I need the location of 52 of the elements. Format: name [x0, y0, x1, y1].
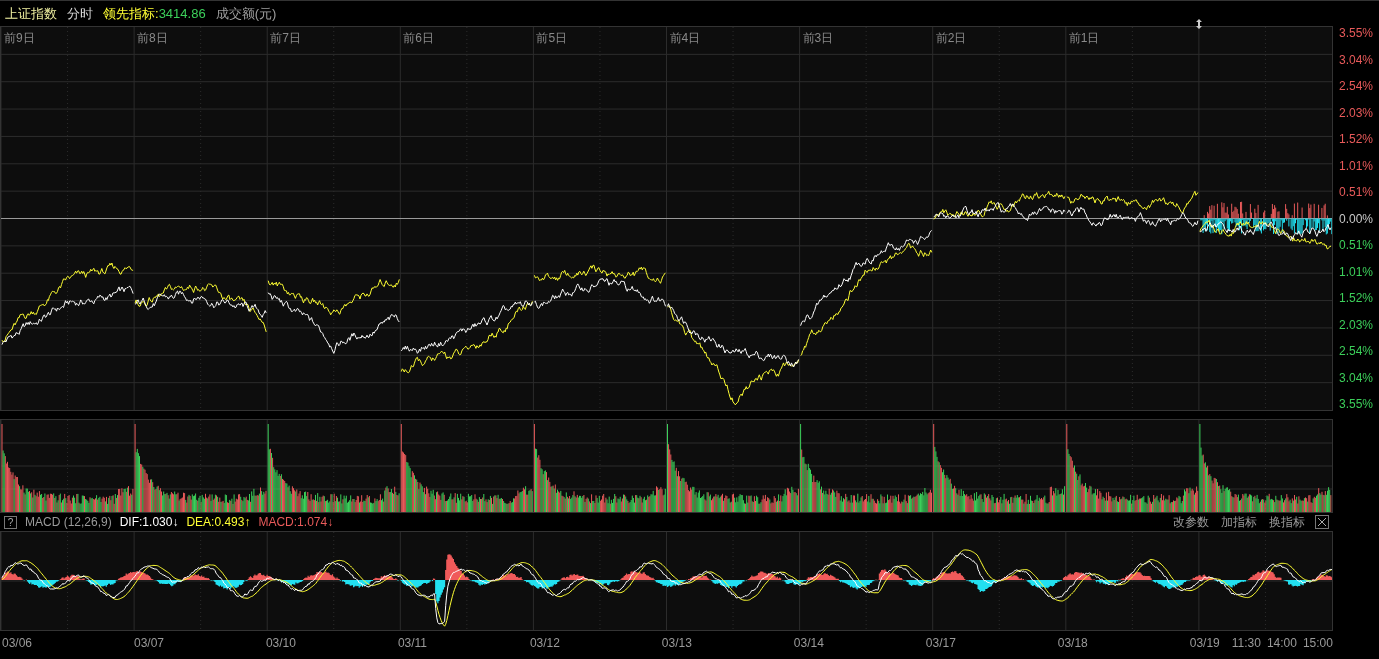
- time-label: 14:00: [1266, 635, 1297, 652]
- day-label: 前1日: [1068, 31, 1100, 45]
- date-label: 03/07: [133, 635, 164, 652]
- index-name: 上证指数: [5, 4, 57, 23]
- day-label: 前6日: [403, 31, 434, 45]
- time-label: 11:30: [1231, 635, 1261, 652]
- indicator-name: MACD (12,26,9): [25, 514, 112, 531]
- date-label: 03/17: [925, 635, 956, 652]
- help-button[interactable]: ?: [4, 515, 17, 529]
- axis-tick-label: 1.01%: [1338, 264, 1373, 279]
- date-label: 03/11: [397, 635, 428, 652]
- axis-tick-label: 2.54%: [1338, 344, 1373, 358]
- date-label: 03/19: [1189, 635, 1220, 652]
- close-icon: [1318, 518, 1326, 526]
- time-label: 15:00: [1302, 635, 1333, 652]
- day-label: 前9日: [4, 31, 35, 45]
- axis-tick-label: 2.03%: [1338, 317, 1373, 332]
- date-label: 03/18: [1057, 635, 1088, 652]
- date-label: 03/06: [2, 635, 33, 652]
- date-label: 03/13: [661, 635, 692, 652]
- drag-handle-icon[interactable]: [1196, 19, 1202, 29]
- indicator-value: DEA:0.493↑: [186, 514, 251, 531]
- axis-tick-label: 1.52%: [1338, 291, 1373, 305]
- axis-tick-label: 3.55%: [1338, 397, 1373, 411]
- axis-tick-label: 3.04%: [1338, 370, 1373, 385]
- axis-tick-label: 0.00%: [1338, 211, 1373, 226]
- day-label: 前5日: [536, 31, 568, 45]
- indicator-value: MACD:1.074↓: [258, 514, 334, 531]
- chart-mode-label: 分时: [67, 4, 93, 23]
- indicator-button[interactable]: 改参数: [1171, 513, 1211, 531]
- day-label: 前7日: [270, 31, 301, 45]
- axis-tick-label: 1.01%: [1338, 158, 1373, 173]
- date-label: 03/10: [265, 635, 296, 652]
- axis-tick-label: 3.04%: [1338, 52, 1373, 67]
- day-label: 前8日: [137, 31, 168, 45]
- day-label: 前3日: [802, 31, 834, 45]
- axis-tick-label: 3.55%: [1338, 26, 1373, 40]
- axis-tick-label: 1.52%: [1338, 132, 1373, 146]
- axis-tick-label: 2.03%: [1338, 105, 1373, 120]
- leading-indicator-reading: 领先指标:3414.86: [103, 4, 206, 23]
- axis-tick-label: 0.51%: [1338, 185, 1373, 199]
- indicator-button[interactable]: 加指标: [1219, 513, 1259, 531]
- axis-tick-label: 0.51%: [1338, 238, 1373, 252]
- indicator-button[interactable]: 换指标: [1267, 513, 1307, 531]
- day-label: 前2日: [935, 31, 967, 45]
- date-label: 03/12: [529, 635, 560, 652]
- volume-label: 成交额(元): [215, 4, 277, 23]
- close-button[interactable]: [1315, 515, 1329, 529]
- date-label: 03/14: [793, 635, 824, 652]
- day-label: 前4日: [669, 31, 701, 45]
- indicator-value: DIF:1.030↓: [119, 514, 179, 531]
- axis-tick-label: 2.54%: [1338, 79, 1373, 93]
